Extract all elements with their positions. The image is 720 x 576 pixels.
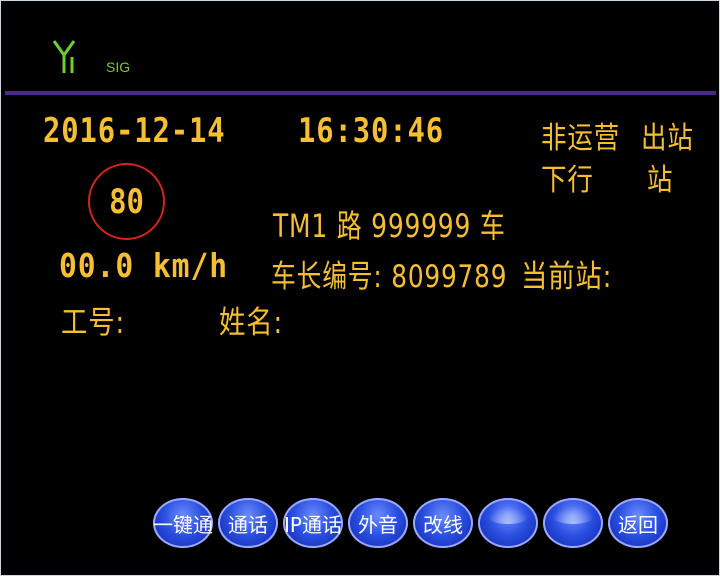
ip-call-button[interactable]: IP通话	[283, 498, 343, 548]
blank-button-1[interactable]	[478, 498, 538, 548]
job-number: 工号:	[61, 305, 126, 341]
speed-limit-value: 80	[109, 182, 144, 222]
dashboard-screen: SIG 2016-12-14 16:30:46 非运营 出站 下行 站 80 T…	[0, 0, 720, 576]
speed-limit-sign: 80	[88, 163, 165, 240]
change-route-button[interactable]: 改线	[413, 498, 473, 548]
station-suffix: 站	[647, 163, 674, 198]
station-state: 出站	[641, 121, 694, 156]
signal-label: SIG	[106, 59, 131, 75]
current-speed: 00.0 km/h	[59, 246, 229, 285]
direction: 下行	[541, 163, 594, 198]
driver-name: 姓名:	[219, 305, 284, 341]
operation-mode: 非运营	[541, 121, 621, 156]
driver-number: 车长编号: 8099789	[271, 259, 508, 295]
one-touch-button[interactable]: 一键通	[153, 498, 213, 548]
blank-button-2[interactable]	[543, 498, 603, 548]
header-divider	[5, 91, 716, 95]
route-vehicle: TM1 路 999999 车	[273, 207, 506, 245]
external-speaker-button[interactable]: 外音	[348, 498, 408, 548]
time-display: 16:30:46	[298, 111, 445, 151]
antenna-icon	[52, 40, 76, 73]
current-station: 当前站:	[521, 259, 613, 295]
back-button[interactable]: 返回	[608, 498, 668, 548]
date-display: 2016-12-14	[43, 111, 226, 151]
call-button[interactable]: 通话	[218, 498, 278, 548]
